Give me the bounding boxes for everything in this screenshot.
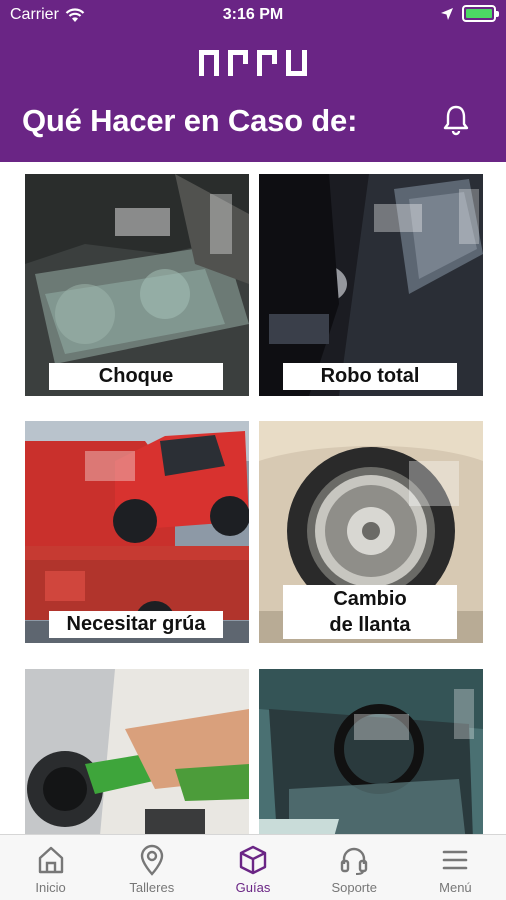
tile-label-line-1: Cambio xyxy=(333,588,407,610)
home-icon xyxy=(38,846,63,874)
fuel-pump-photo xyxy=(25,669,249,834)
headset-icon xyxy=(341,847,368,875)
tab-talleres[interactable]: Talleres xyxy=(101,835,202,900)
location-pin-icon xyxy=(140,844,163,876)
menu-icon xyxy=(443,850,468,870)
broken-window-photo xyxy=(259,669,483,834)
bottom-tab-bar: Inicio Talleres Guías Soporte Menú xyxy=(0,834,506,900)
brand-logo-icon xyxy=(199,50,307,76)
guide-tile-necesitar-grua[interactable]: Necesitar grúa xyxy=(25,421,249,643)
guide-tile-broken-window[interactable] xyxy=(259,669,483,834)
tile-label: Choque xyxy=(49,363,223,390)
guide-tile-cambio-de-llanta[interactable]: Cambio de llanta xyxy=(259,421,483,643)
tab-soporte[interactable]: Soporte xyxy=(304,835,405,900)
tab-label: Guías xyxy=(235,880,271,895)
battery-icon xyxy=(462,5,499,22)
tab-inicio[interactable]: Inicio xyxy=(0,835,101,900)
tab-label: Talleres xyxy=(129,880,175,895)
status-bar: Carrier 3:16 PM xyxy=(0,0,506,30)
tab-label: Soporte xyxy=(331,880,377,895)
tile-label: Robo total xyxy=(283,363,457,390)
guides-grid: Choque Robo total Necesitar grúa Cambio … xyxy=(0,162,506,834)
tile-label-line-2: de llanta xyxy=(329,614,411,636)
guide-tile-fuel[interactable] xyxy=(25,669,249,834)
tab-label: Inicio xyxy=(35,880,66,895)
page-title: Qué Hacer en Caso de: xyxy=(22,103,358,138)
cube-icon xyxy=(239,845,267,875)
status-time: 3:16 PM xyxy=(222,6,284,23)
location-arrow-icon xyxy=(441,7,453,20)
bell-icon[interactable] xyxy=(442,104,470,136)
tab-label: Menú xyxy=(439,880,472,895)
tab-menu[interactable]: Menú xyxy=(405,835,506,900)
tab-guias[interactable]: Guías xyxy=(202,835,303,900)
guide-tile-choque[interactable]: Choque xyxy=(25,174,249,396)
tile-label: Necesitar grúa xyxy=(49,611,223,638)
tow-truck-photo xyxy=(25,421,249,643)
app-header: Carrier 3:16 PM Qué Hacer en Caso de: xyxy=(0,0,506,162)
tile-label: Cambio de llanta xyxy=(283,585,457,639)
guide-tile-robo-total[interactable]: Robo total xyxy=(259,174,483,396)
